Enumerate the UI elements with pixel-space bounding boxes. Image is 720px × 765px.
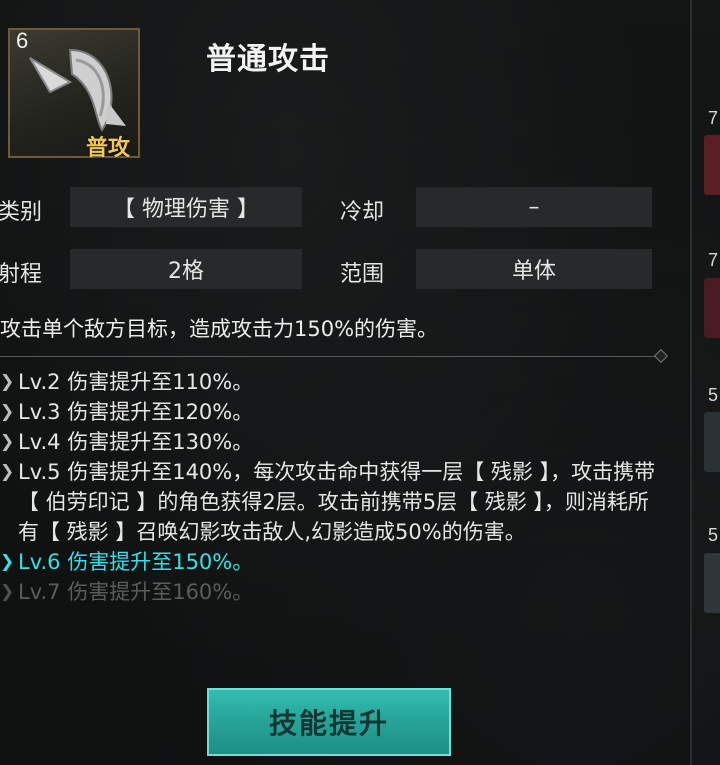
chevron-right-icon: ❯ — [0, 462, 15, 482]
skill-upgrade-button[interactable]: 技能提升 — [207, 688, 451, 756]
side-card[interactable] — [704, 412, 720, 472]
level-item: ❯ Lv.3 伤害提升至120%。 — [0, 397, 660, 427]
level-item: ❯ Lv.5 伤害提升至140%，每次攻击命中获得一层【 残影 】，攻击携带【 … — [0, 457, 660, 547]
chevron-right-icon: ❯ — [0, 402, 15, 422]
side-card-number: 5 — [708, 385, 719, 405]
side-card-number: 7 — [708, 108, 719, 128]
skill-level: 6 — [16, 28, 29, 53]
level-item-text: Lv.7 伤害提升至160%。 — [18, 580, 254, 604]
category-label: 类别 — [0, 200, 43, 225]
level-item-current: ❯ Lv.6 伤害提升至150%。 — [0, 547, 660, 577]
area-value: 单体 — [416, 249, 652, 289]
level-upgrade-list: ❯ Lv.2 伤害提升至110%。 ❯ Lv.3 伤害提升至120%。 ❯ Lv… — [0, 367, 660, 607]
chevron-right-icon: ❯ — [0, 432, 15, 452]
level-item-text: Lv.3 伤害提升至120%。 — [18, 400, 254, 424]
skill-title: 普通攻击 — [206, 42, 330, 77]
side-card-number: 5 — [708, 525, 719, 545]
panel-divider — [690, 0, 692, 765]
chevron-right-icon: ❯ — [0, 372, 15, 392]
range-label: 射程 — [0, 262, 43, 287]
level-item-text: Lv.2 伤害提升至110%。 — [18, 370, 254, 394]
side-card-number: 7 — [708, 250, 719, 270]
chevron-right-icon: ❯ — [0, 582, 15, 602]
level-item: ❯ Lv.2 伤害提升至110%。 — [0, 367, 660, 397]
range-value: 2格 — [70, 249, 302, 289]
section-divider — [0, 356, 662, 357]
level-item-text: Lv.5 伤害提升至140%，每次攻击命中获得一层【 残影 】，攻击携带【 伯劳… — [18, 460, 656, 544]
side-card[interactable] — [704, 135, 720, 195]
side-card[interactable] — [704, 278, 720, 338]
chevron-right-icon: ❯ — [0, 552, 15, 572]
skill-description: 攻击单个敌方目标，造成攻击力150%的伤害。 — [0, 317, 439, 341]
area-label: 范围 — [340, 262, 385, 287]
category-value: 【 物理伤害 】 — [70, 187, 302, 227]
level-item: ❯ Lv.4 伤害提升至130%。 — [0, 427, 660, 457]
skill-type-badge: 普攻 — [86, 136, 131, 161]
cooldown-value: – — [416, 187, 652, 227]
side-card[interactable] — [704, 553, 720, 613]
level-item-locked: ❯ Lv.7 伤害提升至160%。 — [0, 577, 660, 607]
level-item-text: Lv.4 伤害提升至130%。 — [18, 430, 254, 454]
level-item-text: Lv.6 伤害提升至150%。 — [18, 550, 254, 574]
cooldown-label: 冷却 — [340, 200, 385, 225]
